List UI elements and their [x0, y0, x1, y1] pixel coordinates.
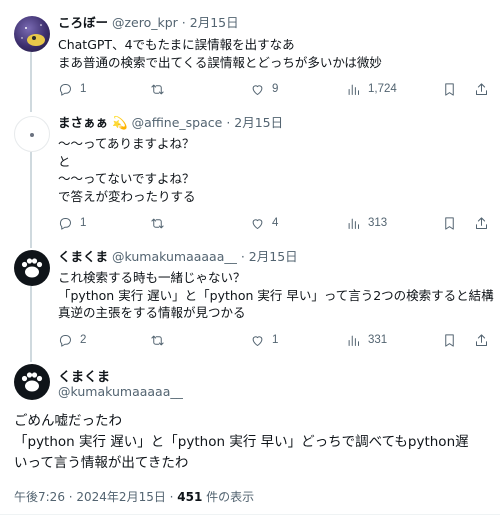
action-bar: 1 4 313	[58, 214, 490, 232]
like-button[interactable]: 9	[250, 80, 278, 98]
tweet-meta: 午後7:26 · 2024年2月15日 · 451 件の表示	[14, 488, 254, 505]
tweet-text: ごめん嘘だったわ 「python 実行 遅い」と「python 実行 早い」どっ…	[14, 413, 469, 471]
retweet-icon	[151, 335, 164, 345]
reply-button[interactable]: 1	[58, 214, 86, 232]
thread-line	[30, 152, 32, 248]
share-button[interactable]	[474, 331, 496, 349]
reply-icon	[59, 83, 71, 96]
analytics-icon	[348, 335, 359, 346]
tweet-date[interactable]: 2月15日	[249, 249, 298, 264]
handle[interactable]: @zero_kpr	[112, 15, 178, 30]
handle[interactable]: @kumakumaaaaa__	[112, 249, 237, 264]
handle[interactable]: @affine_space	[132, 115, 223, 130]
view-count: 1,724	[368, 83, 397, 95]
like-count: 1	[272, 334, 279, 346]
display-name[interactable]: まさぁぁ	[58, 115, 108, 130]
like-button[interactable]: 4	[250, 214, 278, 232]
tweet-text: 〜〜ってありますよね？ と 〜〜ってないですよね？ で答えが変わったりする	[58, 136, 196, 204]
bookmark-button[interactable]	[442, 214, 464, 232]
reply-count: 1	[80, 83, 87, 95]
views-button[interactable]: 313	[346, 214, 387, 232]
tweet-date[interactable]: 2月15日	[190, 15, 239, 30]
thread-line	[30, 52, 32, 112]
like-button[interactable]: 1	[250, 331, 278, 349]
analytics-icon	[348, 84, 359, 95]
views-label: 件の表示	[202, 490, 255, 504]
reply-button[interactable]: 1	[58, 80, 86, 98]
share-icon	[476, 216, 487, 229]
bookmark-icon	[445, 82, 454, 96]
reply-button[interactable]: 2	[58, 331, 86, 349]
analytics-icon	[348, 218, 359, 229]
view-count: 451	[177, 490, 203, 504]
reply-count: 1	[80, 217, 87, 229]
retweet-icon	[151, 218, 164, 228]
separator: ·	[177, 15, 190, 30]
retweet-button[interactable]	[150, 331, 172, 349]
reply-icon	[59, 334, 71, 347]
like-count: 4	[272, 217, 279, 229]
display-name[interactable]: くまくま	[58, 249, 108, 264]
display-name[interactable]: ころぼー	[58, 15, 108, 30]
share-icon	[476, 82, 487, 95]
reply-count: 2	[80, 334, 87, 346]
share-button[interactable]	[474, 80, 496, 98]
like-count: 9	[272, 83, 279, 95]
share-icon	[476, 333, 487, 346]
action-bar: 1 9 1,724	[58, 80, 490, 98]
tweet-timestamp[interactable]: 午後7:26 · 2024年2月15日 ·	[14, 490, 177, 504]
avatar[interactable]	[14, 116, 50, 152]
display-name[interactable]: くまくま	[58, 366, 110, 385]
views-button[interactable]: 331	[346, 331, 387, 349]
retweet-button[interactable]	[150, 80, 172, 98]
avatar[interactable]	[14, 16, 50, 52]
paw-icon	[21, 258, 43, 278]
view-count: 313	[368, 217, 388, 229]
avatar[interactable]	[14, 364, 50, 400]
separator: ·	[236, 249, 249, 264]
bookmark-button[interactable]	[442, 80, 464, 98]
tweet-text: これ検索する時も一緒じゃない？ 「python 実行 遅い」と「python 実…	[58, 270, 494, 320]
bookmark-icon	[445, 216, 454, 230]
heart-icon	[252, 218, 263, 229]
emoji-badge: 💫	[112, 115, 128, 130]
reply-icon	[59, 217, 71, 230]
tweet-date[interactable]: 2月15日	[234, 115, 283, 130]
share-button[interactable]	[474, 214, 496, 232]
handle[interactable]: @kumakumaaaaa__	[58, 384, 183, 399]
bookmark-button[interactable]	[442, 331, 464, 349]
divider	[0, 514, 500, 515]
view-count: 331	[368, 334, 388, 346]
bookmark-icon	[445, 333, 454, 347]
action-bar: 2 1 331	[58, 331, 490, 349]
tweet-text: ChatGPT、4でもたまに誤情報を出すなあ まあ普通の検索で出てくる誤情報とど…	[58, 37, 382, 70]
retweet-icon	[151, 84, 164, 94]
retweet-button[interactable]	[150, 214, 172, 232]
heart-icon	[252, 335, 263, 346]
heart-icon	[252, 84, 263, 95]
avatar[interactable]	[14, 250, 50, 286]
thread-line	[30, 286, 32, 362]
views-button[interactable]: 1,724	[346, 80, 397, 98]
paw-icon	[21, 372, 43, 392]
separator: ·	[222, 115, 235, 130]
